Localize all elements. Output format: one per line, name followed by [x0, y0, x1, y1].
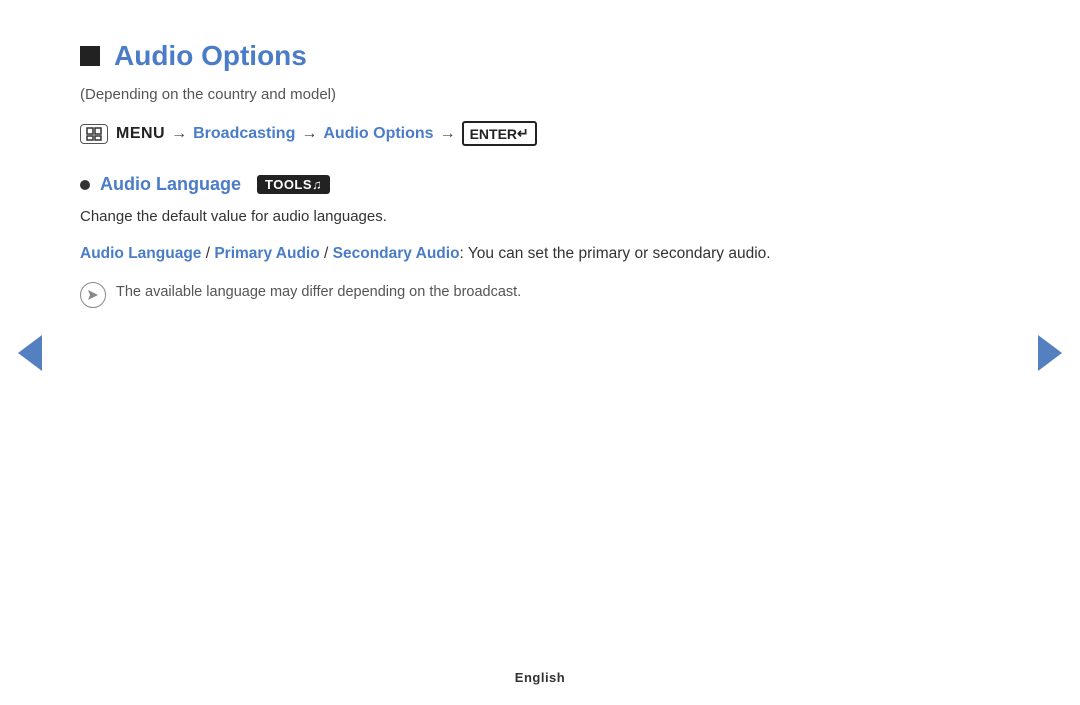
- secondary-audio-link[interactable]: Secondary Audio: [333, 245, 460, 262]
- enter-label: ENTER: [470, 126, 517, 142]
- audio-language-section: Audio Language TOOLS♫ Change the default…: [80, 174, 1000, 308]
- section-title: Audio Language: [100, 174, 241, 195]
- subtitle: (Depending on the country and model): [80, 86, 1000, 103]
- title-square-icon: [80, 46, 100, 66]
- section-title-row: Audio Language TOOLS♫: [80, 174, 1000, 195]
- page-container: Audio Options (Depending on the country …: [0, 0, 1080, 705]
- nav-left-button[interactable]: [18, 335, 42, 371]
- page-title: Audio Options: [114, 40, 307, 72]
- menu-icon: [80, 124, 108, 144]
- breadcrumb: MENU → Broadcasting → Audio Options → EN…: [80, 121, 1000, 146]
- footer-language: English: [515, 670, 565, 685]
- links-suffix: : You can set the primary or secondary a…: [460, 245, 771, 262]
- bullet-icon: [80, 180, 90, 190]
- arrow-2: →: [301, 125, 317, 143]
- menu-label: MENU: [116, 125, 165, 143]
- note-row: The available language may differ depend…: [80, 281, 1000, 308]
- nav-right-button[interactable]: [1038, 335, 1062, 371]
- separator-1: /: [201, 245, 214, 262]
- primary-audio-link[interactable]: Primary Audio: [214, 245, 319, 262]
- breadcrumb-broadcasting[interactable]: Broadcasting: [193, 125, 295, 143]
- arrow-1: →: [171, 125, 187, 143]
- links-line: Audio Language / Primary Audio / Seconda…: [80, 241, 1000, 267]
- breadcrumb-audio-options[interactable]: Audio Options: [323, 125, 433, 143]
- note-text: The available language may differ depend…: [116, 281, 521, 304]
- audio-language-link[interactable]: Audio Language: [80, 245, 201, 262]
- enter-icon: ENTER↵: [462, 121, 537, 146]
- note-icon: [80, 282, 106, 308]
- separator-2: /: [320, 245, 333, 262]
- tools-badge: TOOLS♫: [257, 175, 330, 194]
- arrow-3: →: [440, 125, 456, 143]
- title-row: Audio Options: [80, 40, 1000, 72]
- section-description: Change the default value for audio langu…: [80, 205, 1000, 229]
